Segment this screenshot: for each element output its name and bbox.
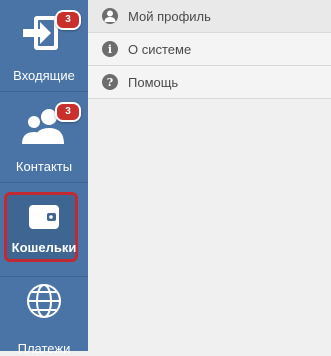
menu-item-label: Помощь: [128, 74, 179, 90]
sidebar-item-wallets[interactable]: Кошельки: [0, 190, 88, 272]
menu-item-profile[interactable]: Мой профиль: [88, 0, 331, 33]
dropdown-menu: Мой профиль i О системе ? Помощь: [88, 0, 331, 99]
contacts-badge: 3: [55, 102, 81, 122]
sidebar-item-payments[interactable]: Платежи: [0, 277, 88, 356]
user-icon: [102, 8, 118, 24]
sidebar-item-label: Кошельки: [11, 240, 77, 255]
sidebar: 3 Входящие 3 Контакты Кошельки Платежи: [0, 0, 88, 356]
menu-item-about[interactable]: i О системе: [88, 33, 331, 66]
globe-icon: [27, 284, 61, 318]
sidebar-item-inbox[interactable]: 3 Входящие: [0, 0, 88, 91]
sidebar-item-contacts[interactable]: 3 Контакты: [0, 92, 88, 182]
info-icon: i: [102, 41, 118, 57]
help-icon: ?: [102, 74, 118, 90]
sidebar-item-label: Контакты: [15, 159, 73, 174]
menu-item-help[interactable]: ? Помощь: [88, 66, 331, 99]
wallet-icon: [29, 205, 59, 229]
sidebar-item-label: Входящие: [13, 68, 75, 83]
menu-item-label: Мой профиль: [128, 8, 211, 24]
menu-item-label: О системе: [128, 41, 192, 57]
divider: [0, 182, 88, 183]
sidebar-item-label: Платежи: [17, 341, 71, 356]
inbox-badge: 3: [55, 10, 81, 30]
